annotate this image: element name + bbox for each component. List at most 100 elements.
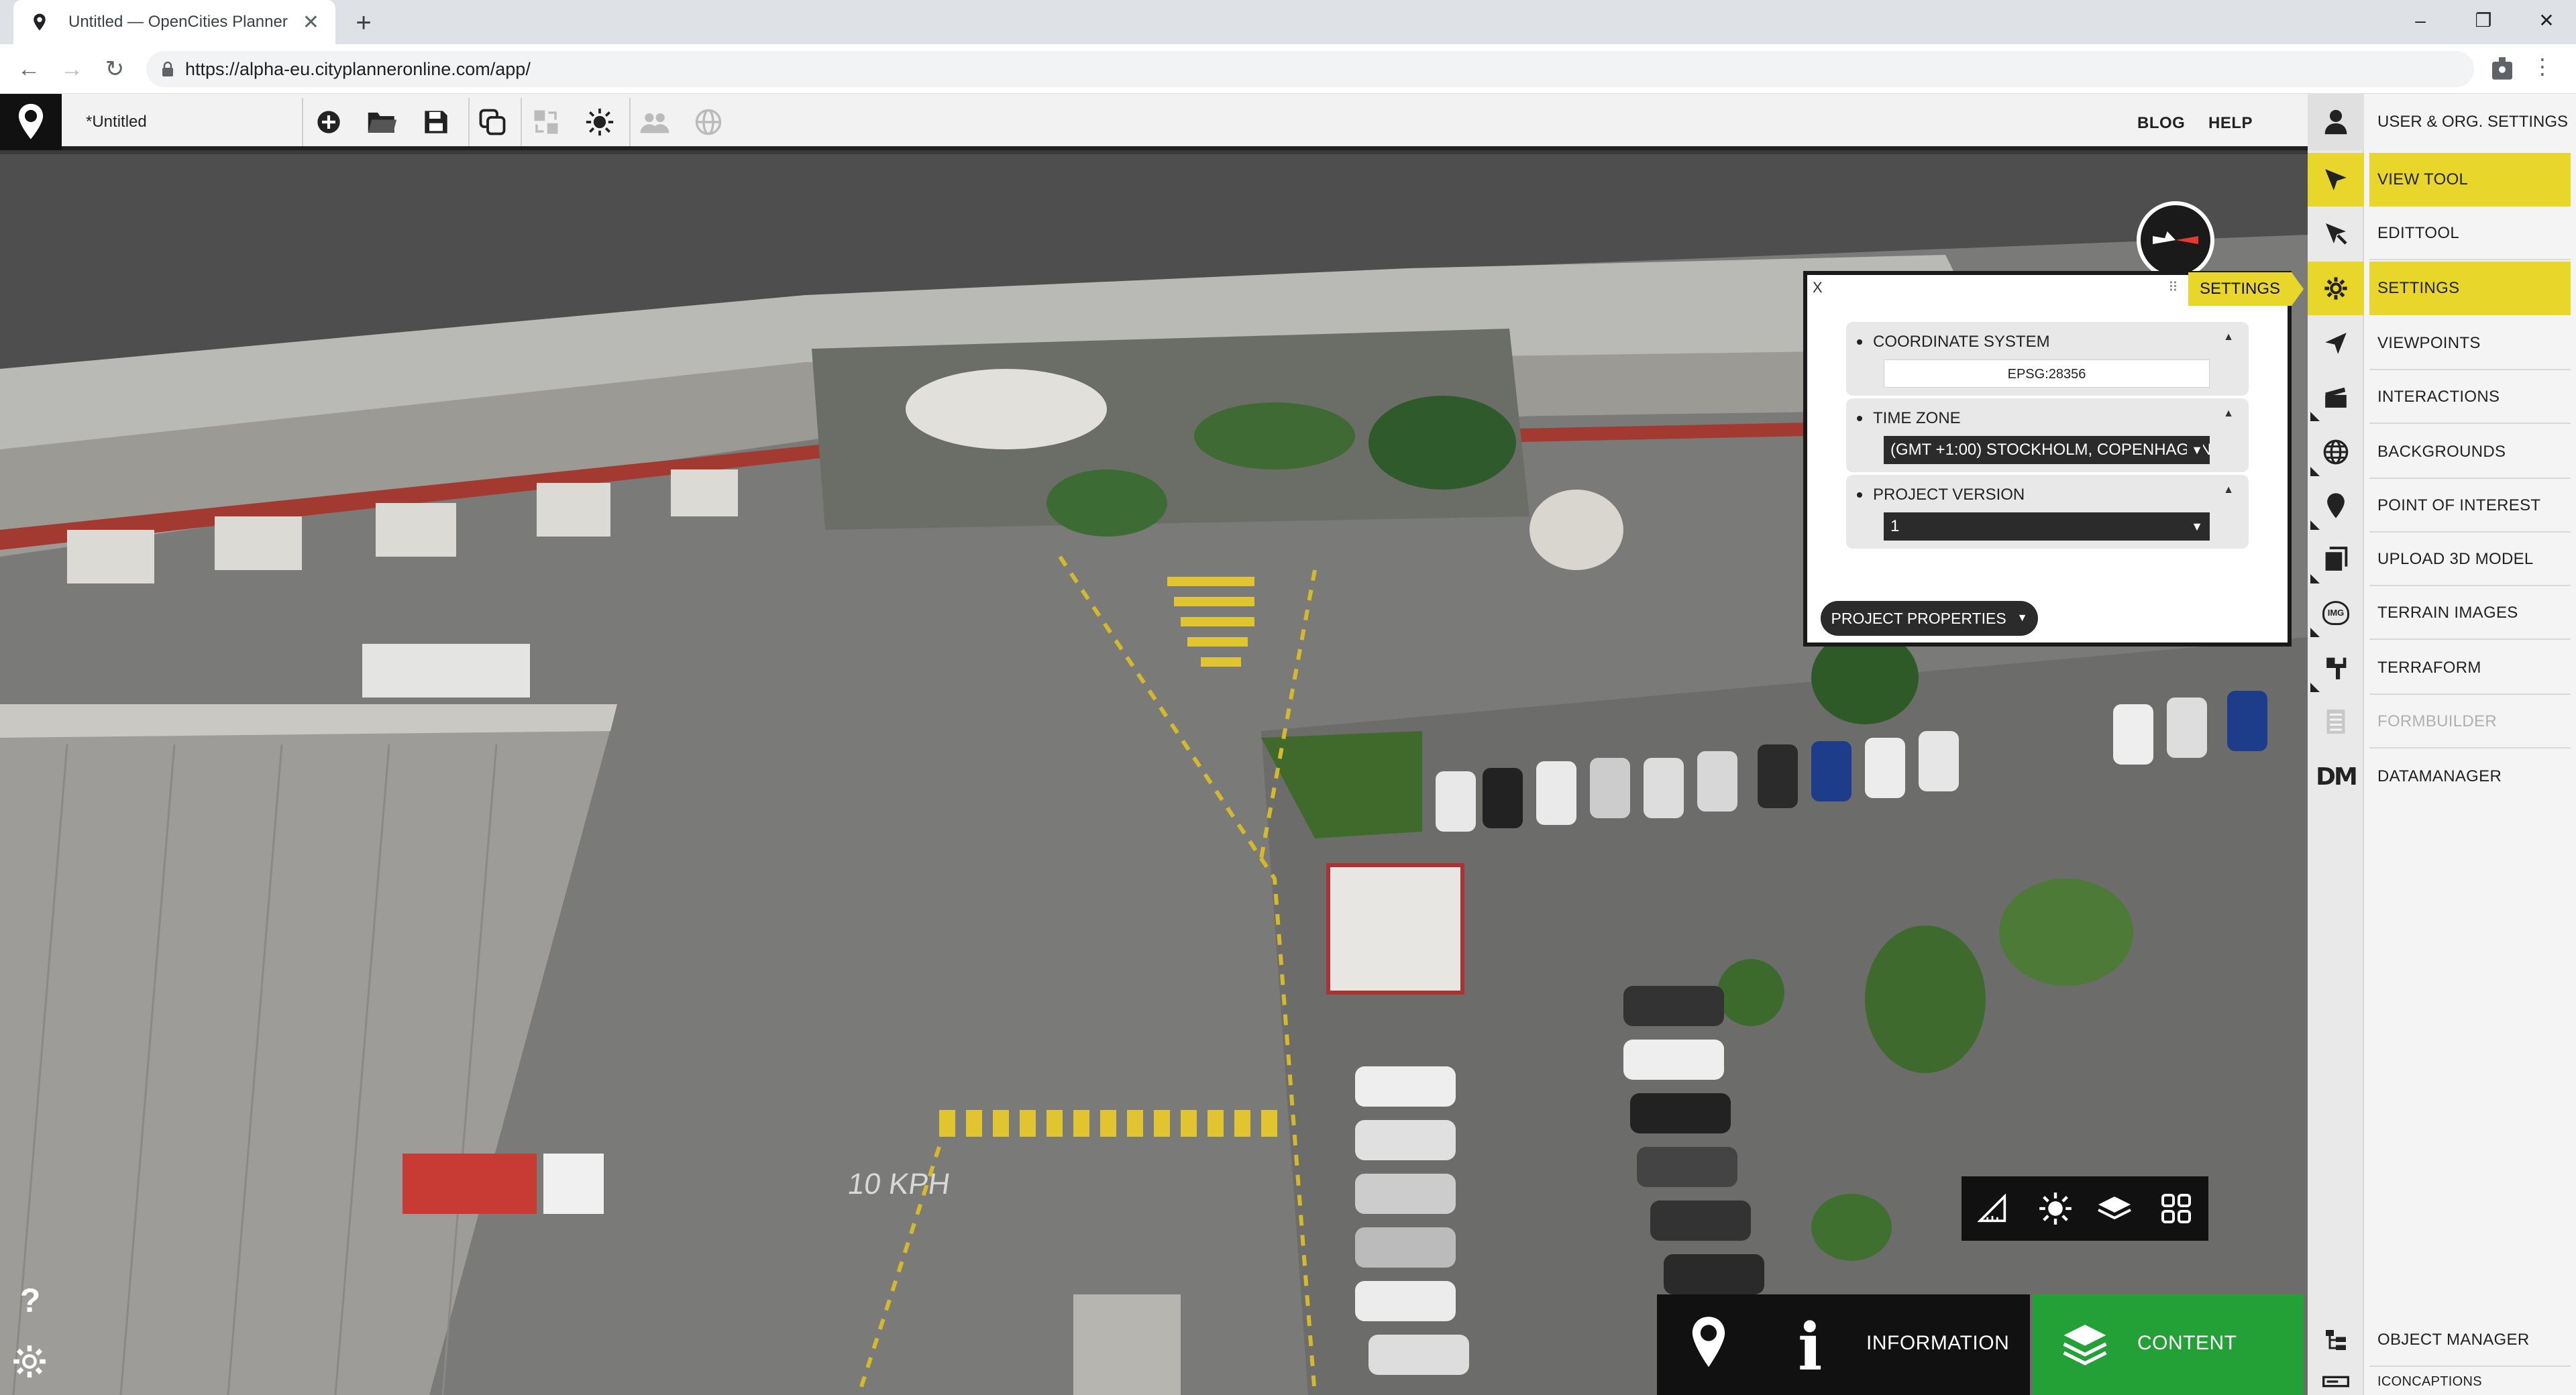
sidebar-item-backgrounds[interactable]: BACKGROUNDS [2308, 425, 2576, 479]
terrain-image-icon: IMG [2308, 586, 2364, 640]
back-button[interactable]: ← [13, 54, 44, 85]
time-zone-value: (GMT +1:00) STOCKHOLM, COPENHAGEN [1890, 441, 2210, 459]
sidebar-item-label: EDITTOOL [2377, 224, 2459, 242]
sidebar-item-formbuilder[interactable]: FORMBUILDER [2308, 695, 2576, 748]
globe-icon [2308, 425, 2364, 479]
content-label: CONTENT [2137, 1332, 2237, 1354]
sidebar-item-terraform[interactable]: TERRAFORM [2308, 641, 2576, 695]
collapse-arrow-icon[interactable]: ▲ [2223, 331, 2234, 343]
panel-close-button[interactable]: X [1813, 279, 1823, 296]
sidebar-item-datamanager[interactable]: DM DATAMANAGER [2308, 750, 2576, 803]
information-tab[interactable]: i INFORMATION [1759, 1294, 2030, 1395]
divider [2369, 1365, 2571, 1367]
sidebar-item-edittool[interactable]: EDITTOOL [2308, 207, 2576, 260]
open-folder-icon[interactable] [364, 103, 401, 141]
panel-drag-handle-icon[interactable]: ⠿ [2168, 279, 2178, 296]
paper-plane-icon [2308, 317, 2364, 370]
document-name[interactable]: *Untitled [86, 113, 147, 131]
browser-tab-strip [0, 0, 2576, 44]
divider [2369, 259, 2571, 260]
project-version-label: PROJECT VERSION [1873, 486, 2025, 504]
sidebar-item-viewpoints[interactable]: VIEWPOINTS [2308, 317, 2576, 370]
globe-icon[interactable] [690, 103, 727, 141]
grid-icon [2155, 1187, 2198, 1230]
sidebar-item-object-manager[interactable]: OBJECT MANAGER [2308, 1313, 2576, 1367]
address-bar-row: ← → ↻ https://alpha-eu.cityplanneronline… [0, 44, 2576, 94]
grid-view-button[interactable] [2144, 1176, 2208, 1241]
collapse-arrow-icon[interactable]: ▲ [2223, 408, 2234, 420]
sidebar-item-label: ICONCAPTIONS [2377, 1374, 2482, 1389]
browser-menu-button[interactable]: ⋮ [2529, 54, 2556, 85]
time-zone-group: TIME ZONE ▲ (GMT +1:00) STOCKHOLM, COPEN… [1846, 398, 2249, 472]
sidebar-item-terrain-images[interactable]: IMG TERRAIN IMAGES [2308, 586, 2576, 640]
sidebar-item-settings[interactable]: SETTINGS [2308, 262, 2576, 315]
project-properties-button[interactable]: PROJECT PROPERTIES ▼ [1821, 601, 2038, 636]
url-field[interactable]: https://alpha-eu.cityplanneronline.com/a… [146, 51, 2474, 87]
blog-link[interactable]: BLOG [2137, 114, 2185, 133]
map-pin-icon [2308, 479, 2364, 533]
extension-icon[interactable] [2489, 55, 2516, 82]
help-link[interactable]: HELP [2208, 114, 2253, 133]
sidebar-item-label: TERRAIN IMAGES [2377, 604, 2518, 622]
swap-icon[interactable] [527, 103, 565, 141]
form-icon [2308, 695, 2364, 748]
users-icon[interactable] [636, 103, 674, 141]
sidebar-item-upload-3d-model[interactable]: UPLOAD 3D MODEL [2308, 533, 2576, 586]
info-icon: i [1798, 1309, 1823, 1385]
road-marking-text: 10 KPH [846, 1168, 952, 1201]
copy-icon[interactable] [474, 103, 511, 141]
collapse-arrow-icon[interactable]: ▲ [2223, 484, 2234, 496]
dm-glyph: DM [2316, 763, 2358, 791]
compass-icon[interactable] [2137, 201, 2214, 279]
coordinate-system-field[interactable]: EPSG:28356 [1884, 359, 2210, 388]
time-zone-select[interactable]: (GMT +1:00) STOCKHOLM, COPENHAGEN ▼ [1884, 436, 2210, 464]
datamanager-icon: DM [2308, 750, 2364, 803]
sun-icon[interactable] [581, 103, 619, 141]
project-version-select[interactable]: 1 ▼ [1884, 512, 2210, 541]
user-icon [2308, 94, 2364, 150]
forward-button[interactable]: → [56, 54, 87, 85]
terraform-icon [2308, 641, 2364, 695]
lock-icon [162, 61, 173, 76]
new-project-icon[interactable] [310, 103, 347, 141]
sidebar-item-interactions[interactable]: INTERACTIONS [2308, 370, 2576, 424]
reload-button[interactable]: ↻ [99, 54, 130, 85]
browser-tab[interactable]: Untitled — OpenCities Planner ✕ [13, 0, 335, 44]
sidebar-item-label: DATAMANAGER [2377, 767, 2502, 785]
new-tab-button[interactable]: + [349, 8, 378, 38]
sidebar-item-label: POINT OF INTEREST [2377, 496, 2541, 514]
tab-title: Untitled — OpenCities Planner [68, 13, 288, 31]
bullet-icon [1857, 339, 1862, 345]
layers-icon[interactable] [2093, 1187, 2136, 1230]
divider [2369, 638, 2571, 640]
sidebar-item-label: TERRAFORM [2377, 659, 2481, 677]
toolbar-divider [468, 98, 470, 146]
viewport-tools [1962, 1176, 2156, 1241]
sidebar-item-label: OBJECT MANAGER [2377, 1331, 2530, 1349]
tab-close-icon[interactable]: ✕ [303, 11, 319, 34]
coordinate-system-group: COORDINATE SYSTEM ▲ EPSG:28356 [1846, 322, 2249, 396]
close-window-button[interactable]: ✕ [2528, 5, 2565, 36]
measure-icon[interactable] [1971, 1187, 2014, 1230]
sidebar-item-view-tool[interactable]: VIEW TOOL [2308, 153, 2576, 207]
user-org-settings-item[interactable]: USER & ORG. SETTINGS [2308, 94, 2576, 150]
help-button[interactable]: ? [15, 1281, 46, 1321]
sun-icon[interactable] [2034, 1187, 2077, 1230]
sidebar-item-label: FORMBUILDER [2377, 712, 2497, 730]
dropdown-arrow-icon: ▼ [2187, 436, 2203, 464]
content-tab[interactable]: CONTENT [2033, 1294, 2304, 1395]
toolbar-divider [521, 98, 522, 146]
app-toolbar: *Untitled BLOG HELP [0, 94, 2308, 150]
sidebar-item-iconcaptions[interactable]: ICONCAPTIONS [2308, 1368, 2576, 1395]
minimize-button[interactable]: – [2402, 5, 2439, 36]
caption-icon [2308, 1368, 2364, 1395]
app-logo-icon[interactable] [0, 94, 62, 150]
sidebar-item-label: BACKGROUNDS [2377, 443, 2506, 461]
bottom-logo-button[interactable] [1657, 1294, 1759, 1395]
divider [2369, 423, 2571, 424]
sidebar-item-point-of-interest[interactable]: POINT OF INTEREST [2308, 479, 2576, 533]
gear-icon[interactable] [12, 1344, 47, 1379]
restore-button[interactable]: ❐ [2465, 5, 2502, 36]
project-properties-label: PROJECT PROPERTIES [1831, 609, 2006, 627]
save-icon[interactable] [417, 103, 455, 141]
